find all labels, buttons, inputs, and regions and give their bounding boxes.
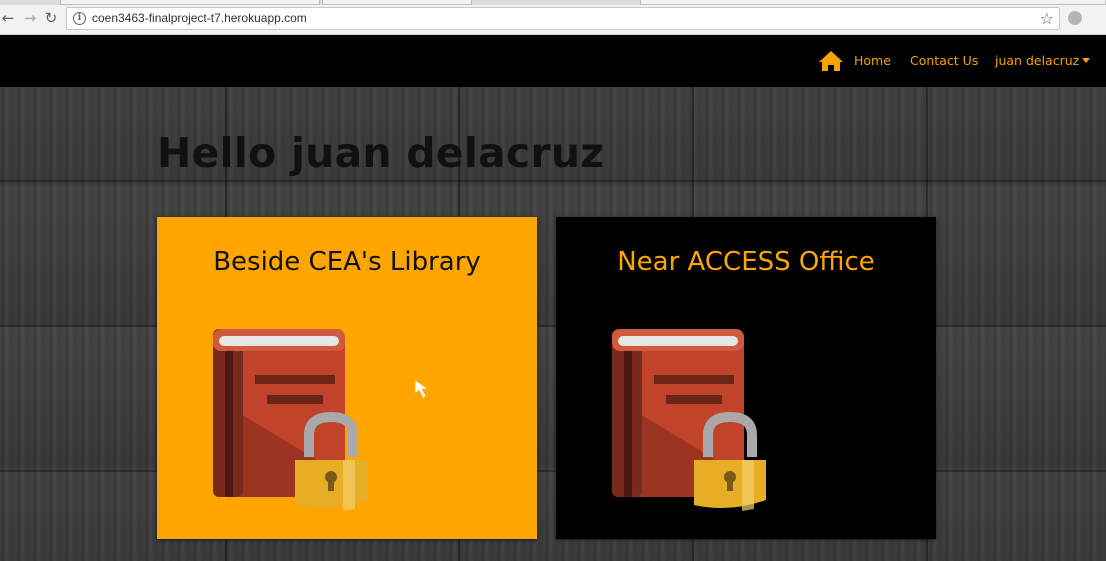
browser-tab[interactable] xyxy=(322,0,472,5)
user-menu-toggle[interactable]: juan delacruz xyxy=(995,53,1079,68)
nav-contact-link[interactable]: Contact Us xyxy=(910,53,978,68)
nav-home-link[interactable]: Home xyxy=(854,53,891,68)
browser-tab[interactable] xyxy=(640,0,1106,5)
card-title: Beside CEA's Library xyxy=(213,247,481,277)
location-card-cea-library[interactable]: Beside CEA's Library xyxy=(157,217,537,539)
back-icon[interactable]: ← xyxy=(0,9,16,27)
home-icon[interactable] xyxy=(818,50,844,72)
main-content: Hello juan delacruz Beside CEA's Library… xyxy=(0,87,1106,561)
wood-divider xyxy=(0,180,1106,182)
reload-icon[interactable]: ↻ xyxy=(43,9,59,27)
star-icon[interactable]: ☆ xyxy=(1040,9,1054,29)
forward-icon[interactable]: → xyxy=(22,9,38,27)
locked-book-icon xyxy=(213,329,367,511)
site-navbar: Home Contact Us juan delacruz xyxy=(0,35,1106,87)
url-text[interactable]: coen3463-finalproject-t7.herokuapp.com xyxy=(92,11,307,25)
locked-book-icon xyxy=(612,329,766,511)
info-icon[interactable]: i xyxy=(73,12,86,25)
extension-icon[interactable] xyxy=(1068,11,1082,25)
location-card-access-office[interactable]: Near ACCESS Office xyxy=(556,217,936,539)
address-bar[interactable]: i coen3463-finalproject-t7.herokuapp.com… xyxy=(66,7,1060,30)
browser-tab[interactable] xyxy=(60,0,320,5)
mouse-cursor-icon xyxy=(414,379,429,399)
page-title: Hello juan delacruz xyxy=(157,129,605,177)
browser-toolbar: ← → ↻ i coen3463-finalproject-t7.herokua… xyxy=(0,0,1106,35)
card-title: Near ACCESS Office xyxy=(617,247,875,277)
chevron-down-icon[interactable] xyxy=(1082,58,1090,63)
tab-strip xyxy=(0,0,1106,5)
